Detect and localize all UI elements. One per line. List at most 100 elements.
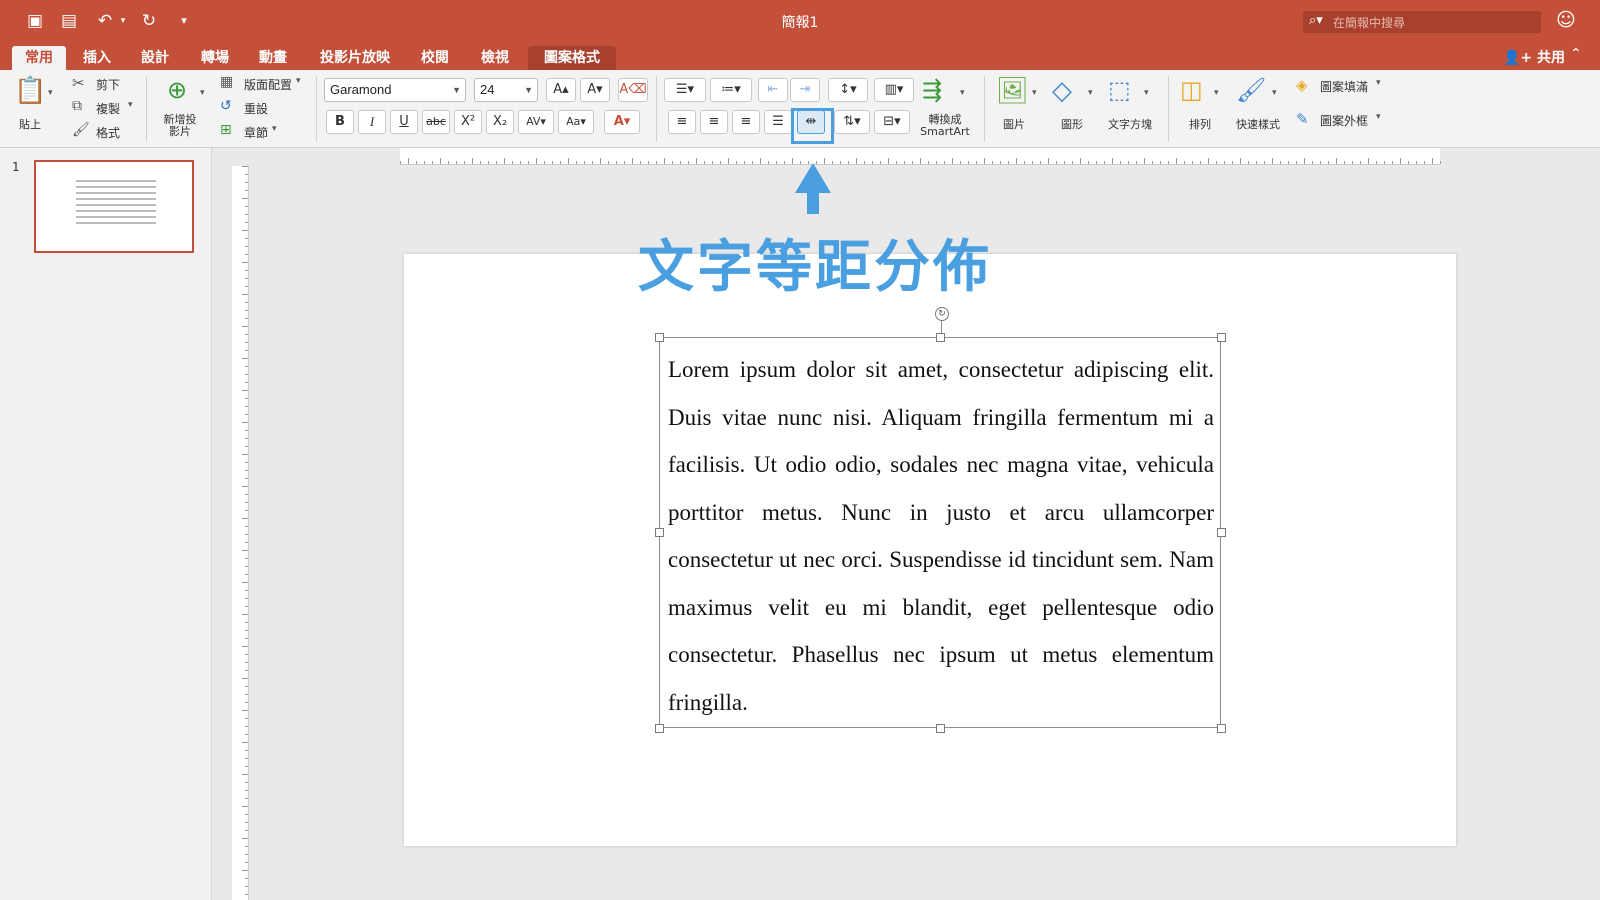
customize-toolbar-icon[interactable]: ▾ — [173, 10, 195, 32]
textbox-dropdown-icon[interactable]: ▾ — [1144, 88, 1149, 98]
shapes-icon[interactable]: ◇ — [1052, 76, 1072, 106]
slide-body-text[interactable]: Lorem ipsum dolor sit amet, consectetur … — [668, 346, 1214, 726]
tab-transitions[interactable]: 轉場 — [192, 46, 238, 70]
cut-label[interactable]: 剪下 — [96, 76, 120, 93]
section-icon[interactable]: ⊞ — [220, 122, 232, 138]
arrange-label[interactable]: 排列 — [1180, 116, 1220, 132]
italic-button[interactable]: I — [358, 110, 386, 134]
shape-fill-label[interactable]: 圖案填滿 — [1320, 78, 1368, 95]
arrange-icon[interactable]: ◫ — [1180, 76, 1203, 104]
resize-handle-top-left[interactable] — [655, 333, 664, 342]
superscript-button[interactable]: X² — [454, 110, 482, 134]
align-center-button[interactable]: ≡ — [700, 110, 728, 134]
shape-outline-dropdown-icon[interactable]: ▾ — [1376, 112, 1381, 122]
redo-icon[interactable]: ↻ — [138, 10, 160, 32]
resize-handle-top-right[interactable] — [1217, 333, 1226, 342]
smartart-dropdown-icon[interactable]: ▾ — [960, 88, 965, 98]
feedback-smiley-icon[interactable]: ☺ — [1556, 9, 1576, 31]
justify-button[interactable]: ☰ — [764, 110, 792, 134]
resize-handle-left[interactable] — [655, 528, 664, 537]
convert-smartart-label[interactable]: 轉換成 SmartArt — [912, 114, 978, 138]
reset-icon[interactable]: ↺ — [220, 98, 232, 114]
paste-dropdown-icon[interactable]: ▾ — [48, 88, 53, 98]
shape-fill-icon[interactable]: ◈ — [1296, 76, 1308, 94]
font-color-button[interactable]: A▾ — [604, 110, 640, 134]
copy-dropdown-icon[interactable]: ▾ — [128, 100, 133, 110]
paste-icon[interactable]: 📋 — [14, 76, 46, 110]
tab-insert[interactable]: 插入 — [74, 46, 120, 70]
bold-button[interactable]: B — [326, 110, 354, 134]
picture-dropdown-icon[interactable]: ▾ — [1032, 88, 1037, 98]
copy-label[interactable]: 複製 — [96, 100, 120, 117]
horizontal-ruler[interactable] — [400, 148, 1441, 165]
tab-review[interactable]: 校閱 — [412, 46, 458, 70]
cut-icon[interactable]: ✂ — [72, 74, 85, 92]
resize-handle-bottom-right[interactable] — [1217, 724, 1226, 733]
change-case-button[interactable]: Aa▾ — [558, 110, 594, 134]
textbox-icon[interactable]: ⬚ — [1108, 76, 1131, 104]
text-box[interactable]: Lorem ipsum dolor sit amet, consectetur … — [659, 337, 1221, 728]
line-spacing-button[interactable]: ↕▾ — [828, 78, 868, 102]
picture-label[interactable]: 圖片 — [996, 116, 1032, 132]
vertical-ruler[interactable] — [232, 166, 249, 900]
decrease-indent-button[interactable]: ⇤ — [758, 78, 788, 102]
slide-thumbnail[interactable] — [34, 160, 194, 253]
new-slide-dropdown-icon[interactable]: ▾ — [200, 88, 205, 98]
tab-shape-format[interactable]: 圖案格式 — [528, 46, 616, 70]
columns-button[interactable]: ▥▾ — [874, 78, 914, 102]
arrange-dropdown-icon[interactable]: ▾ — [1214, 88, 1219, 98]
resize-handle-top[interactable] — [936, 333, 945, 342]
align-right-button[interactable]: ≡ — [732, 110, 760, 134]
format-painter-icon[interactable]: 🖌 — [72, 122, 90, 138]
layout-label[interactable]: 版面配置 — [244, 76, 292, 93]
tab-slideshow[interactable]: 投影片放映 — [312, 46, 398, 70]
picture-icon[interactable]: 🖼 — [996, 76, 1029, 106]
resize-handle-bottom-left[interactable] — [655, 724, 664, 733]
new-slide-label[interactable]: 新增投 影片 — [158, 114, 202, 138]
rotate-handle-icon[interactable]: ↻ — [935, 307, 949, 321]
clear-formatting-button[interactable]: A⌫ — [618, 78, 648, 102]
shape-outline-icon[interactable]: ✎ — [1296, 110, 1309, 128]
tab-design[interactable]: 設計 — [132, 46, 178, 70]
layout-icon[interactable]: ▦ — [220, 74, 233, 90]
shape-outline-label[interactable]: 圖案外框 — [1320, 112, 1368, 129]
format-painter-label[interactable]: 格式 — [96, 124, 120, 141]
section-label[interactable]: 章節 — [244, 124, 268, 141]
increase-indent-button[interactable]: ⇥ — [790, 78, 820, 102]
character-spacing-button[interactable]: AV▾ — [518, 110, 554, 134]
smartart-icon[interactable]: ⇶ — [922, 76, 942, 104]
shrink-font-button[interactable]: A▾ — [580, 78, 610, 102]
copy-icon[interactable]: ⧉ — [72, 98, 82, 114]
tab-view[interactable]: 檢視 — [472, 46, 518, 70]
quick-styles-icon[interactable]: 🖌 — [1236, 76, 1266, 104]
sidebar-toggle-icon[interactable]: ▣ — [24, 10, 46, 32]
layout-dropdown-icon[interactable]: ▾ — [296, 76, 301, 86]
subscript-button[interactable]: X₂ — [486, 110, 514, 134]
resize-handle-right[interactable] — [1217, 528, 1226, 537]
align-left-button[interactable]: ≡ — [668, 110, 696, 134]
undo-dropdown-icon[interactable]: ▾ — [112, 10, 134, 32]
shapes-dropdown-icon[interactable]: ▾ — [1088, 88, 1093, 98]
share-button[interactable]: 👤+ 共用 — [1503, 47, 1565, 67]
grow-font-button[interactable]: A▴ — [546, 78, 576, 102]
search-input[interactable]: 在簡報中搜尋 — [1333, 14, 1405, 31]
section-dropdown-icon[interactable]: ▾ — [272, 124, 277, 134]
search-box[interactable]: ⌕▾ 在簡報中搜尋 — [1303, 11, 1541, 33]
tab-animations[interactable]: 動畫 — [250, 46, 296, 70]
quick-styles-label[interactable]: 快速樣式 — [1230, 116, 1286, 132]
paste-label[interactable]: 貼上 — [14, 116, 46, 132]
tab-home[interactable]: 常用 — [12, 46, 66, 70]
shape-fill-dropdown-icon[interactable]: ▾ — [1376, 78, 1381, 88]
underline-button[interactable]: U — [390, 110, 418, 134]
font-name-select[interactable]: Garamond ▼ — [324, 78, 466, 102]
new-slide-icon[interactable]: ⊕ — [160, 76, 194, 106]
reset-label[interactable]: 重設 — [244, 100, 268, 117]
bullets-button[interactable]: ☰▾ — [664, 78, 706, 102]
align-text-button[interactable]: ⊟▾ — [874, 110, 910, 134]
strikethrough-button[interactable]: abc — [422, 110, 450, 134]
numbering-button[interactable]: ≔▾ — [710, 78, 752, 102]
resize-handle-bottom[interactable] — [936, 724, 945, 733]
save-icon[interactable]: ▤ — [58, 10, 80, 32]
collapse-ribbon-icon[interactable]: ⌃ — [1570, 46, 1582, 62]
font-size-select[interactable]: 24 ▼ — [474, 78, 538, 102]
